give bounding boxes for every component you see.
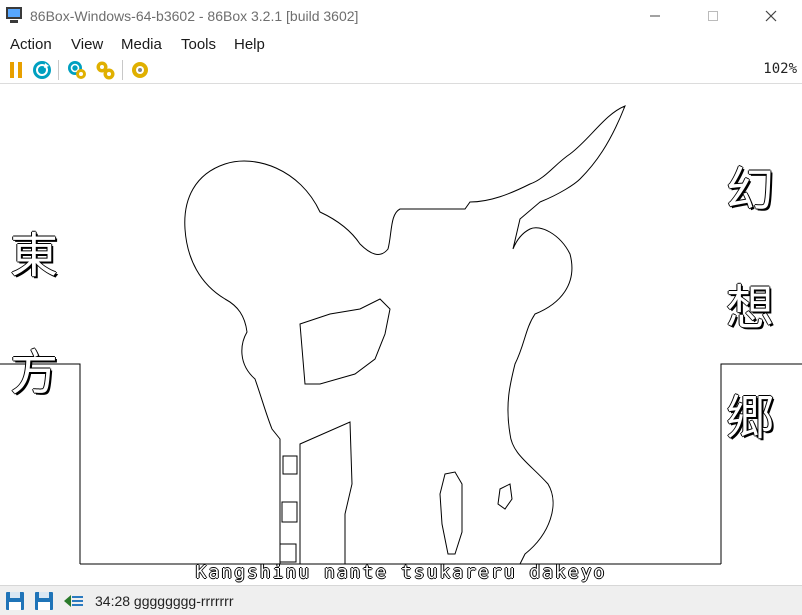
pause-icon: [10, 62, 22, 78]
menu-media[interactable]: Media: [121, 36, 162, 53]
pause-button[interactable]: [5, 59, 27, 81]
floppy-a-button[interactable]: [4, 590, 26, 612]
network-icon: [64, 595, 83, 607]
ctrl-alt-del-button[interactable]: [94, 59, 116, 81]
settings-icon: [96, 61, 115, 80]
menu-tools[interactable]: Tools: [181, 36, 216, 53]
menu-bar: Action View Media Tools Help: [0, 33, 802, 56]
floppy-b-button[interactable]: [33, 590, 55, 612]
toolbar-separator: [58, 60, 59, 80]
settings-button[interactable]: [129, 59, 151, 81]
toolbar: 102%: [0, 57, 802, 84]
zoom-level: 102%: [763, 61, 797, 77]
toolbar-separator: [122, 60, 123, 80]
kanji-right-3: 郷: [726, 390, 775, 446]
machine-settings-icon: [132, 62, 148, 78]
kanji-right-2: 想: [726, 280, 775, 336]
menu-action[interactable]: Action: [10, 36, 52, 53]
app-icon[interactable]: [5, 6, 23, 24]
emulator-screen[interactable]: 東 方 幻 想 郷 Kangshinu nante tsukareru dake…: [0, 84, 802, 584]
window-title: 86Box-Windows-64-b3602 - 86Box 3.2.1 [bu…: [30, 8, 359, 24]
kanji-left-2: 方: [10, 345, 59, 401]
menu-help[interactable]: Help: [234, 36, 265, 53]
hard-reset-button[interactable]: [66, 59, 88, 81]
close-button[interactable]: [742, 0, 800, 32]
reset-button[interactable]: [31, 59, 53, 81]
minimize-button[interactable]: [626, 0, 684, 32]
floppy-a-icon: [6, 592, 24, 610]
title-bar: 86Box-Windows-64-b3602 - 86Box 3.2.1 [bu…: [0, 0, 802, 32]
reset-icon: [33, 61, 51, 79]
menu-view[interactable]: View: [71, 36, 103, 53]
kanji-right-1: 幻: [726, 162, 775, 218]
silhouette-art: [0, 105, 802, 565]
status-bar: 34:28 gggggggg-rrrrrrr: [0, 585, 802, 615]
lyric-text: Kangshinu nante tsukareru dakeyo: [195, 562, 607, 583]
hard-reset-icon: [68, 61, 86, 79]
status-message: 34:28 gggggggg-rrrrrrr: [95, 593, 234, 609]
maximize-button[interactable]: [684, 0, 742, 32]
kanji-left-1: 東: [10, 228, 59, 284]
floppy-b-icon: [35, 592, 53, 610]
network-button[interactable]: [63, 590, 85, 612]
